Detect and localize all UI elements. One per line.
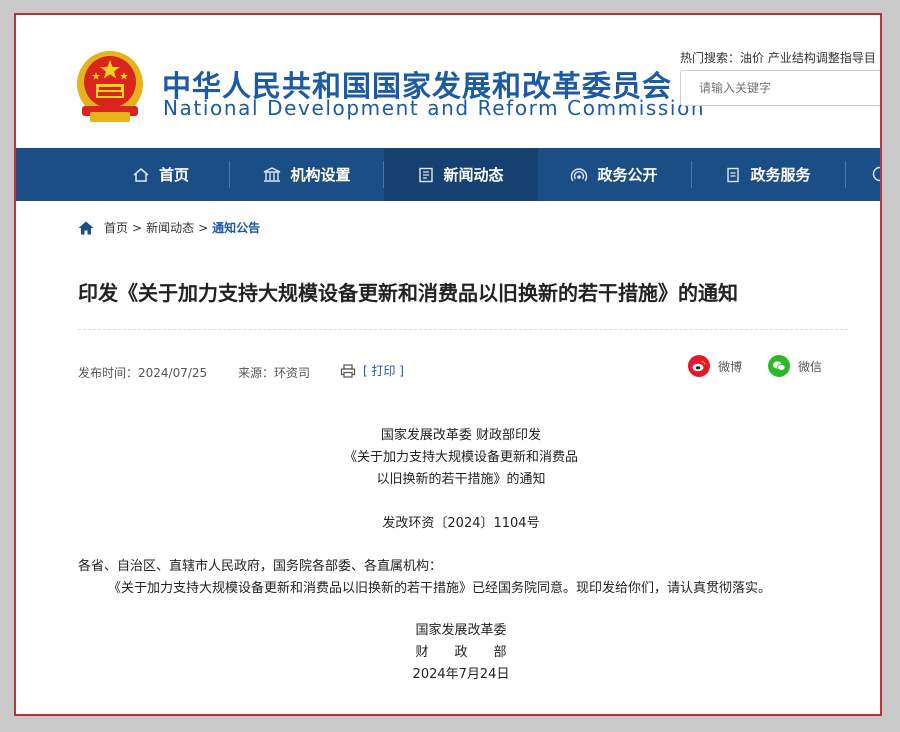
breadcrumb-section[interactable]: 新闻动态 bbox=[146, 219, 194, 236]
site-title-en: National Development and Reform Commissi… bbox=[163, 96, 706, 120]
nav-separator bbox=[229, 161, 230, 188]
publish-date: 发布时间：2024/07/25 bbox=[78, 366, 208, 380]
breadcrumb-separator: > bbox=[198, 220, 209, 235]
breadcrumb-home[interactable]: 首页 bbox=[104, 219, 128, 236]
nav-item-home[interactable]: 首页 bbox=[93, 148, 228, 201]
nav-item-gov-service[interactable]: 政务服务 bbox=[692, 148, 844, 201]
weibo-icon bbox=[688, 355, 710, 377]
share-wechat-button[interactable]: 微信 bbox=[768, 355, 822, 377]
breadcrumb-current[interactable]: 通知公告 bbox=[212, 219, 260, 236]
document-recipients: 各省、自治区、直辖市人民政府，国务院各部委、各直属机构： bbox=[78, 559, 443, 574]
document-subtitle-line2: 以旧换新的若干措施》的通知 bbox=[376, 472, 546, 487]
document-issuer: 国家发展改革委 财政部印发 bbox=[380, 428, 542, 443]
signature-ndrc: 国家发展改革委 bbox=[415, 623, 507, 638]
wechat-label: 微信 bbox=[798, 359, 823, 374]
more-nav-icon[interactable] bbox=[872, 166, 882, 182]
institution-icon bbox=[264, 166, 281, 182]
printer-icon bbox=[340, 363, 356, 378]
national-emblem-icon bbox=[77, 51, 143, 122]
title-divider bbox=[78, 329, 848, 330]
share-weibo-button[interactable]: 微博 bbox=[688, 355, 742, 377]
document-number: 发改环资〔2024〕1104号 bbox=[382, 516, 540, 531]
browser-page-frame: 中华人民共和国国家发展和改革委员会 National Development a… bbox=[14, 13, 882, 716]
site-header: 中华人民共和国国家发展和改革委员会 National Development a… bbox=[16, 15, 880, 149]
nav-label: 首页 bbox=[158, 166, 189, 184]
document-date: 2024年7月24日 bbox=[412, 667, 510, 682]
nav-label: 新闻动态 bbox=[443, 166, 504, 184]
print-button[interactable]: [ 打印 ] bbox=[340, 362, 404, 379]
breadcrumb: 首页 > 新闻动态 > 通知公告 bbox=[78, 219, 264, 236]
breadcrumb-separator: > bbox=[132, 220, 143, 235]
home-icon bbox=[133, 167, 149, 182]
signature-mof: 财 政 部 bbox=[415, 645, 507, 660]
main-navigation: 首页 机构设置 新闻动态 政务公开 政务服务 bbox=[16, 148, 880, 201]
search-input[interactable] bbox=[680, 70, 880, 106]
document-body-paragraph: 《关于加力支持大规模设备更新和消费品以旧换新的若干措施》已经国务院同意。现印发给… bbox=[108, 581, 772, 596]
nav-label: 政务公开 bbox=[597, 166, 658, 184]
nav-item-news[interactable]: 新闻动态 bbox=[384, 148, 538, 201]
news-icon bbox=[419, 167, 434, 182]
nav-item-institution[interactable]: 机构设置 bbox=[232, 148, 382, 201]
wechat-icon bbox=[768, 355, 790, 377]
print-label: [ 打印 ] bbox=[363, 364, 404, 378]
document-subtitle-line1: 《关于加力支持大规模设备更新和消费品 bbox=[343, 450, 578, 465]
weibo-label: 微博 bbox=[718, 359, 743, 374]
nav-label: 政务服务 bbox=[750, 166, 811, 184]
breadcrumb-home-icon[interactable] bbox=[78, 221, 94, 235]
article-source: 来源：环资司 bbox=[238, 366, 311, 380]
article-title: 印发《关于加力支持大规模设备更新和消费品以旧换新的若干措施》的通知 bbox=[78, 281, 738, 305]
nav-separator bbox=[845, 161, 846, 188]
broadcast-icon bbox=[571, 167, 588, 181]
nav-item-gov-affairs[interactable]: 政务公开 bbox=[538, 148, 690, 201]
nav-label: 机构设置 bbox=[290, 166, 351, 184]
document-icon bbox=[727, 167, 740, 182]
hot-search-links[interactable]: 热门搜索：油价 产业结构调整指导目 bbox=[680, 49, 876, 66]
